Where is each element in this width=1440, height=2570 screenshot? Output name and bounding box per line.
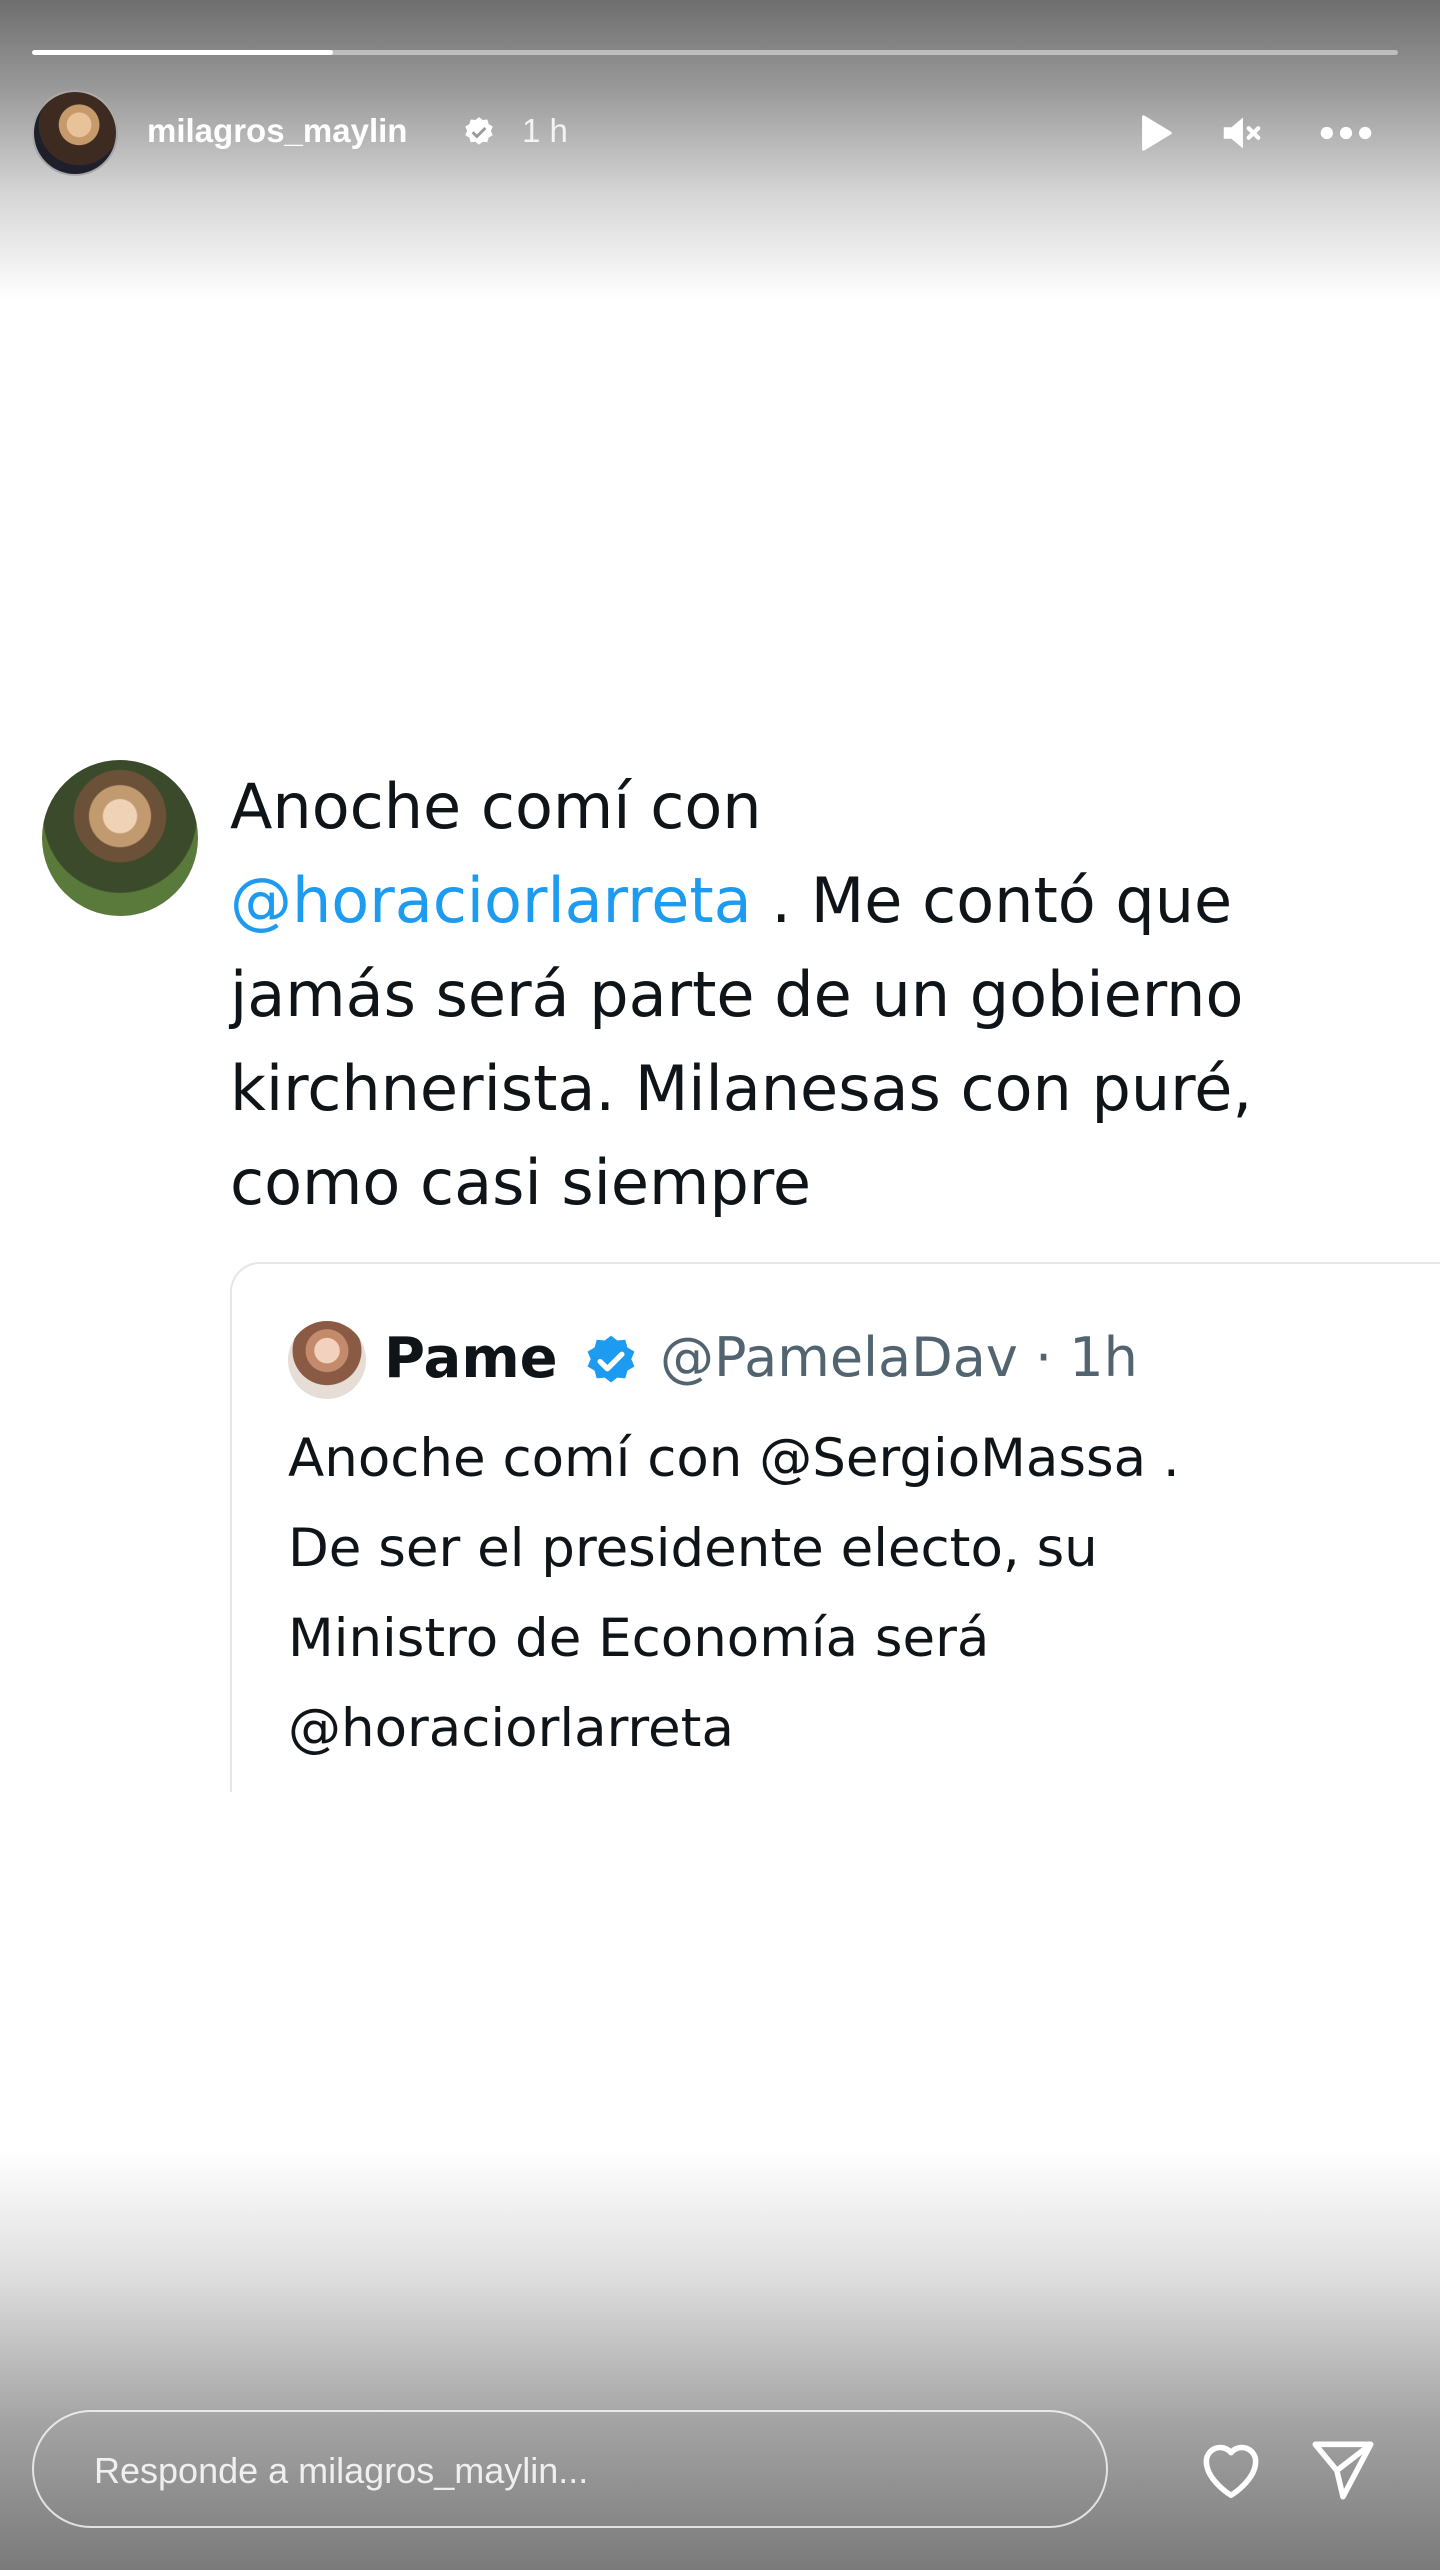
quoted-author-avatar [288, 1321, 366, 1399]
quoted-author-handle-time: @PamelaDav · 1h [660, 1326, 1138, 1389]
tweet-line-5: como casi siempre [230, 1146, 812, 1219]
quoted-line-4: @horaciorlarreta [288, 1698, 734, 1759]
play-icon[interactable] [1132, 110, 1178, 156]
send-icon[interactable] [1306, 2432, 1380, 2506]
muted-speaker-icon[interactable] [1218, 110, 1264, 156]
quoted-line-2: De ser el presidente electo, su [288, 1518, 1098, 1579]
story-progress-fill [32, 50, 333, 55]
tweet-line-4: kirchnerista. Milanesas con puré, [230, 1052, 1253, 1125]
tweet-mention-link[interactable]: @horaciorlarreta [230, 864, 752, 937]
story-progress-bar [32, 50, 1398, 55]
tweet-line-3: jamás será parte de un gobierno [230, 958, 1244, 1031]
story-timestamp: 1 h [522, 112, 568, 149]
tweet-line-1: Anoche comí con [230, 770, 762, 843]
story-header: milagros_maylin 1 h [32, 90, 1408, 176]
verified-badge-icon [582, 1332, 640, 1390]
quoted-author-name: Pame [384, 1326, 558, 1391]
quoted-line-3: Ministro de Economía será [288, 1608, 990, 1669]
avatar[interactable] [32, 90, 118, 176]
heart-icon[interactable] [1194, 2432, 1268, 2506]
story-username[interactable]: milagros_maylin [147, 112, 407, 150]
tweet-author-avatar [42, 760, 198, 916]
reply-input[interactable]: Responde a milagros_maylin... [32, 2410, 1108, 2528]
quoted-line-1: Anoche comí con @SergioMassa . [288, 1428, 1180, 1489]
reply-placeholder: Responde a milagros_maylin... [94, 2450, 589, 2491]
quoted-tweet-text: Anoche comí con @SergioMassa . De ser el … [288, 1414, 1408, 1774]
verified-badge-icon [462, 115, 496, 149]
more-options-icon[interactable] [1316, 110, 1376, 156]
quoted-tweet-card: Pame @PamelaDav · 1h Anoche comí con @Se… [230, 1262, 1440, 1792]
tweet-line-2: . Me contó que [751, 864, 1233, 937]
tweet-text: Anoche comí con @horaciorlarreta . Me con… [230, 760, 1410, 1230]
